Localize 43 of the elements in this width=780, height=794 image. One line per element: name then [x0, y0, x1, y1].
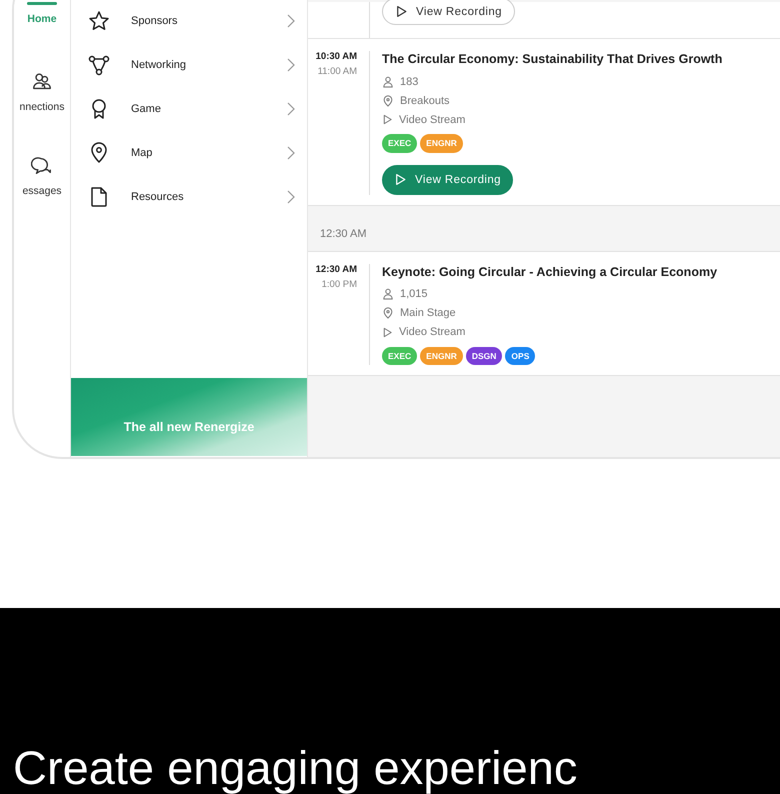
star-icon — [87, 9, 111, 33]
view-recording-button[interactable]: View Recording — [382, 164, 513, 194]
network-icon — [87, 53, 111, 77]
chevron-right-icon — [287, 58, 295, 72]
menu-item[interactable]: Game — [71, 87, 307, 131]
person-icon — [382, 288, 394, 300]
nav-tab[interactable]: essages — [14, 141, 70, 225]
menu-item[interactable]: Resources — [71, 175, 307, 219]
track-tag: ENGNR — [420, 346, 463, 365]
stream-type: Video Stream — [399, 114, 466, 126]
session-title[interactable]: The Circular Economy: Sustainability That Drives Growth — [382, 52, 722, 66]
end-time: 1:00 PM — [320, 278, 357, 290]
end-time: 11:00 AM — [316, 66, 357, 77]
start-time: 10:30 AM — [314, 51, 357, 62]
play-icon — [394, 173, 407, 186]
menu-item[interactable]: Map — [71, 131, 307, 175]
chevron-right-icon — [287, 14, 295, 28]
play-outline-icon — [382, 326, 393, 338]
view-recording-button[interactable]: View Recording — [382, 0, 515, 25]
session-location: Main Stage — [400, 307, 456, 319]
menu-item[interactable]: Networking — [71, 43, 307, 87]
session-title[interactable]: Keynote: Going Circular - Achieving a Circular Economy — [382, 264, 718, 278]
track-tag: ENGNR — [420, 134, 463, 152]
session-location: Breakouts — [400, 94, 450, 106]
person-icon — [382, 76, 394, 88]
chevron-right-icon — [287, 190, 295, 204]
track-tag: OPS — [505, 346, 536, 365]
play-outline-icon — [382, 114, 393, 125]
attendee-count: 1,015 — [400, 288, 428, 300]
track-tag: EXEC — [382, 346, 418, 365]
attendee-count: 183 — [400, 76, 418, 88]
menu-item[interactable]: Sponsors — [71, 0, 307, 43]
play-icon — [395, 5, 408, 18]
track-tag: EXEC — [382, 134, 418, 152]
chat-bubbles-icon — [31, 155, 53, 177]
nav-tab[interactable]: nnections — [14, 57, 70, 141]
stream-type: Video Stream — [399, 326, 466, 338]
location-pin-icon — [382, 94, 394, 106]
track-tag: DSGN — [466, 346, 502, 365]
location-pin-icon — [382, 307, 394, 319]
start-time: 12:30 AM — [314, 264, 357, 274]
chevron-right-icon — [287, 146, 295, 160]
chevron-right-icon — [287, 102, 295, 116]
